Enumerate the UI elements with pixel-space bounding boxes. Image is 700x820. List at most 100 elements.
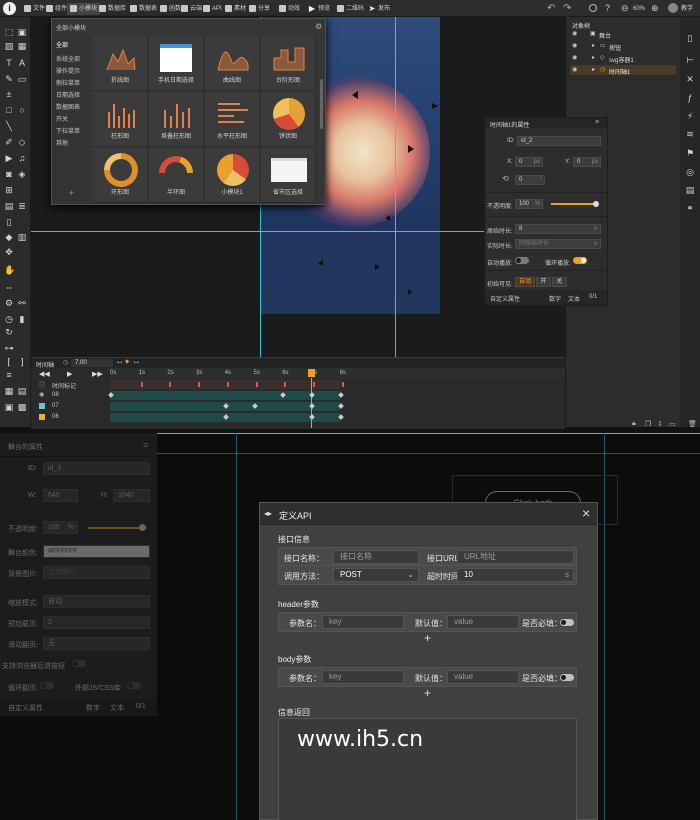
menu-modules[interactable]: 小模块 [67, 3, 101, 15]
id-input[interactable]: id_2 [517, 136, 601, 146]
timer-icon[interactable]: ◷ [4, 314, 14, 324]
doc-icon[interactable]: ▤ [685, 185, 695, 195]
menu-function[interactable]: 函数 [160, 3, 181, 15]
menu-icon[interactable]: ≡ [595, 119, 599, 126]
preview-button[interactable]: ▶ 预览 [308, 3, 330, 15]
module-tile[interactable]: 折线图 [93, 36, 148, 91]
body-required-toggle[interactable] [560, 674, 574, 681]
tab-bool[interactable]: 0/1 [589, 294, 597, 300]
chevron-right-icon[interactable]: ▸ [592, 42, 595, 49]
close-icon[interactable]: ✕ [685, 74, 695, 84]
bracket-left-icon[interactable]: ⁅ [4, 357, 14, 367]
lock-icon[interactable]: ▯ [685, 33, 695, 43]
popup-scrollbar[interactable] [320, 79, 323, 129]
loop-page-toggle[interactable] [40, 682, 54, 689]
module-tile[interactable]: 环形图 [93, 148, 148, 203]
menu-cloud[interactable]: 云端 [181, 3, 202, 15]
tab-number[interactable]: 数字 [549, 294, 561, 303]
line-icon[interactable]: ╲ [4, 121, 14, 131]
scale-mode-select[interactable]: 自动 [43, 595, 150, 608]
opacity-input[interactable]: 100% [43, 521, 78, 534]
marker-track[interactable] [110, 380, 340, 389]
module-tile[interactable]: 台阶形图 [261, 36, 316, 91]
tree-item[interactable]: ◉ ▸ ◇ svg容器1 [570, 54, 676, 64]
marker-icon[interactable]: ↤ [117, 359, 122, 366]
form-icon[interactable]: ▣ [4, 402, 14, 412]
opacity-slider[interactable] [88, 524, 146, 531]
menu-share[interactable]: 分享 [249, 3, 270, 15]
menu-icon[interactable]: ≡ [143, 440, 148, 450]
chevron-right-icon[interactable]: ▸ [592, 66, 595, 73]
physics-icon[interactable]: ⚙ [4, 298, 14, 308]
eye-icon[interactable]: ◉ [39, 391, 44, 398]
eye-icon[interactable]: ◉ [572, 30, 577, 37]
visible-auto-option[interactable]: 自动 [515, 277, 535, 287]
lock-icon[interactable]: ⬥ [125, 359, 129, 366]
time-marker[interactable] [226, 382, 229, 387]
link-icon[interactable]: ⚯ [17, 298, 27, 308]
module-tile[interactable]: 柱形图 [93, 92, 148, 147]
time-marker[interactable] [140, 382, 143, 387]
api-url-input[interactable]: URL地址 [457, 550, 574, 564]
header-key-input[interactable]: key [322, 615, 404, 629]
header-value-input[interactable]: value [447, 615, 519, 629]
rotation-input[interactable]: 0 ° [515, 175, 545, 185]
path-icon[interactable]: ◇ [17, 137, 27, 147]
text-icon[interactable]: T [4, 58, 14, 68]
zoom-in-icon[interactable]: ⊕ [651, 3, 659, 14]
tab-text[interactable]: 文本 [110, 703, 124, 713]
settings-icon[interactable] [589, 4, 597, 12]
x-input[interactable]: 0 px [515, 157, 543, 167]
audio-icon[interactable]: ♫ [17, 153, 27, 163]
track-row[interactable]: ⓘ 时间标记 [31, 380, 110, 390]
map-icon[interactable]: ◈ [17, 169, 27, 179]
body-value-input[interactable]: value [447, 670, 519, 684]
method-select[interactable]: POST ⌄ [333, 568, 419, 582]
opacity-input[interactable]: 100% [515, 199, 543, 209]
tab-bool[interactable]: 0/1 [136, 703, 146, 710]
edit-icon[interactable]: ✎ [4, 74, 14, 84]
category-item[interactable]: 其他 [56, 138, 68, 147]
hand-icon[interactable]: ✋ [4, 265, 15, 275]
eye-icon[interactable]: ◉ [572, 66, 577, 73]
track-row[interactable]: 06 [31, 413, 110, 422]
stack-icon[interactable]: ▥ [17, 232, 27, 242]
eye-icon[interactable]: ◉ [572, 54, 577, 61]
autoplay-toggle[interactable] [515, 257, 529, 264]
db-icon[interactable]: ≡ [4, 370, 14, 380]
visible-on-option[interactable]: 开 [536, 277, 551, 287]
chart-icon[interactable]: ▤ [17, 386, 27, 396]
page-icon[interactable]: ▯ [4, 217, 14, 227]
qrcode-button[interactable]: 二维码 [337, 3, 364, 15]
redo-icon[interactable]: ↷ [563, 3, 571, 14]
chevron-right-icon[interactable]: ▸ [592, 54, 595, 61]
gear-icon[interactable]: ⚙ [315, 22, 322, 31]
event-icon[interactable]: ⚡ [685, 111, 695, 121]
time-ruler[interactable]: 0s1s2s3s4s5s6s7s8s [110, 368, 565, 379]
move-icon[interactable]: ✥ [4, 247, 14, 257]
menu-components[interactable]: 组件 [46, 3, 67, 15]
slider-icon[interactable]: ⇔ [4, 282, 14, 292]
category-item[interactable]: 侧拉菜单 [56, 78, 80, 87]
module-tile[interactable]: 堆叠柱形图 [149, 92, 204, 147]
api-name-input[interactable]: 接口名称 [333, 550, 419, 564]
grid-icon[interactable]: ▤ [4, 201, 14, 211]
loop-icon[interactable]: ↻ [4, 327, 14, 337]
connect-icon[interactable]: ⊶ [4, 343, 14, 353]
time-marker[interactable] [255, 382, 258, 387]
time-marker[interactable] [341, 382, 344, 387]
menu-effects[interactable]: 动效 [279, 3, 300, 15]
next-frame-icon[interactable]: ▶▶ [92, 370, 103, 378]
menu-database[interactable]: 数据库 [99, 3, 126, 15]
calc-icon[interactable]: ▩ [17, 402, 27, 412]
bg-image-input[interactable]: 上传图片 [43, 566, 150, 579]
opacity-slider[interactable] [551, 201, 599, 207]
image-icon[interactable]: ▨ [4, 41, 14, 51]
height-input[interactable]: 1040 [113, 489, 150, 502]
body-key-input[interactable]: key [322, 670, 404, 684]
timeout-input[interactable]: 10 s [457, 568, 574, 582]
circle-icon[interactable]: ○ [17, 105, 27, 115]
loop-toggle[interactable] [573, 257, 587, 264]
stage-id-input[interactable]: id_1 [43, 462, 150, 475]
trash-icon[interactable]: 🗑︎ [688, 420, 697, 428]
